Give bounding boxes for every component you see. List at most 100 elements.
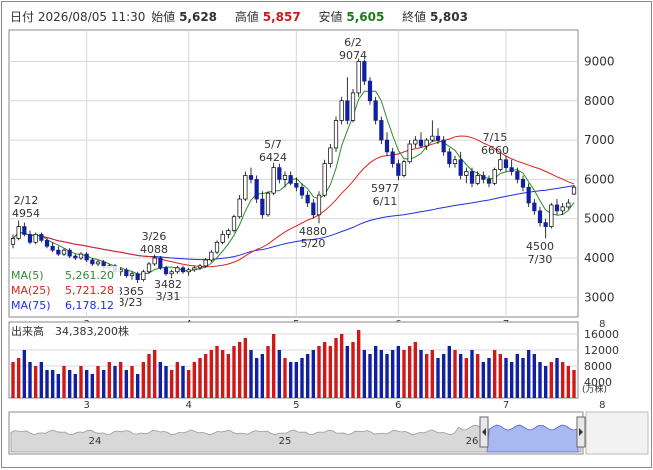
volume-bar bbox=[135, 374, 140, 398]
candle-body bbox=[175, 267, 180, 273]
candle-body bbox=[197, 265, 203, 269]
x-month-tick-label-lower: 5 bbox=[293, 400, 299, 411]
candle-body bbox=[503, 159, 509, 168]
volume-bar bbox=[521, 358, 525, 398]
candle-body bbox=[452, 159, 458, 165]
navigator-left-handle[interactable] bbox=[479, 416, 489, 448]
volume-bar bbox=[538, 362, 542, 398]
volume-bar bbox=[379, 350, 384, 398]
candle-body bbox=[339, 100, 344, 121]
candle-body bbox=[543, 222, 548, 227]
volume-bar bbox=[515, 354, 520, 398]
candle-body bbox=[549, 204, 554, 227]
candle-body bbox=[27, 234, 33, 243]
x-month-tick-label-lower: 8 bbox=[599, 400, 605, 411]
volume-bar bbox=[67, 370, 72, 398]
volume-bar bbox=[351, 342, 355, 398]
volume-bar bbox=[283, 358, 287, 398]
candle-body bbox=[16, 226, 21, 239]
candle-body bbox=[367, 80, 373, 102]
volume-bar bbox=[164, 366, 168, 398]
navigator-right-handle[interactable] bbox=[576, 416, 586, 448]
x-month-tick-label-lower: 3 bbox=[83, 400, 89, 411]
y-tick-label: 7000 bbox=[584, 133, 615, 147]
volume-bar bbox=[107, 362, 112, 398]
volume-bar bbox=[118, 362, 123, 398]
candle-body bbox=[532, 202, 537, 212]
candle-body bbox=[265, 192, 271, 216]
volume-bar bbox=[356, 330, 361, 398]
candle-body bbox=[95, 261, 101, 265]
volume-bar bbox=[436, 358, 440, 398]
candle-body bbox=[158, 257, 163, 269]
volume-bar bbox=[237, 342, 242, 398]
volume-bar bbox=[509, 362, 514, 398]
candle-body bbox=[430, 135, 435, 141]
volume-bar bbox=[198, 358, 202, 398]
volume-bar bbox=[305, 354, 310, 398]
candle-body bbox=[248, 175, 254, 180]
candle-body bbox=[282, 175, 288, 180]
candle-body bbox=[44, 239, 50, 247]
candle-body bbox=[214, 241, 220, 253]
x-month-tick-label-lower: 7 bbox=[503, 400, 509, 411]
candle-body bbox=[180, 267, 186, 273]
volume-bar bbox=[396, 346, 401, 398]
candle-body bbox=[316, 194, 322, 216]
volume-bar bbox=[215, 346, 219, 398]
candle-body bbox=[129, 273, 135, 277]
candle-body bbox=[299, 186, 305, 196]
candle-body bbox=[424, 139, 429, 147]
annotation-date: 7/30 bbox=[528, 253, 553, 266]
candle-body bbox=[526, 186, 531, 204]
volume-bar bbox=[317, 346, 321, 398]
volume-bar bbox=[141, 362, 146, 398]
y-tick-label: 4000 bbox=[584, 251, 615, 265]
volume-bar bbox=[470, 350, 474, 398]
volume-bar bbox=[50, 370, 55, 398]
volume-bar bbox=[390, 350, 395, 398]
candle-body bbox=[84, 253, 89, 261]
y-tick-label: 6000 bbox=[584, 172, 615, 186]
annotation-date: 5/20 bbox=[301, 237, 326, 250]
candle-body bbox=[152, 257, 157, 265]
volume-bar bbox=[385, 354, 389, 398]
volume-bar bbox=[271, 334, 276, 398]
candle-body bbox=[498, 159, 503, 170]
ma-legend-value: 6,178.12 bbox=[65, 299, 114, 312]
annotation-value: 4954 bbox=[12, 207, 40, 220]
volume-bar bbox=[152, 350, 157, 398]
volume-bar bbox=[339, 334, 344, 398]
candle-body bbox=[124, 269, 129, 277]
candle-body bbox=[418, 139, 424, 147]
volume-bar bbox=[407, 346, 412, 398]
annotation-date: 7/15 bbox=[483, 131, 508, 144]
volume-bar bbox=[300, 358, 304, 398]
candle-body bbox=[350, 92, 356, 121]
candle-body bbox=[328, 147, 333, 165]
annotation-value: 4088 bbox=[140, 243, 168, 256]
candle-body bbox=[554, 204, 560, 212]
candle-body bbox=[226, 230, 231, 235]
candle-body bbox=[39, 234, 44, 241]
candle-body bbox=[220, 234, 225, 243]
candle-body bbox=[384, 139, 390, 153]
volume-bar bbox=[498, 354, 503, 398]
volume-bar bbox=[101, 370, 106, 398]
candle-body bbox=[362, 61, 367, 82]
volume-bar bbox=[288, 362, 293, 398]
volume-bar bbox=[79, 366, 83, 398]
candle-body bbox=[271, 167, 276, 194]
volume-value: 34,383,200株 bbox=[55, 324, 129, 338]
candle-body bbox=[311, 202, 316, 216]
volume-bar bbox=[124, 370, 129, 398]
volume-bar bbox=[532, 354, 537, 398]
navigator-year-label: 26 bbox=[466, 436, 479, 447]
candle-body bbox=[560, 206, 565, 212]
candle-body bbox=[231, 216, 237, 231]
ma-legend-value: 5,721.28 bbox=[65, 284, 114, 297]
navigator-scroll-track[interactable] bbox=[585, 411, 649, 455]
volume-bar bbox=[192, 362, 197, 398]
volume-bar bbox=[413, 342, 418, 398]
candle-body bbox=[441, 139, 446, 153]
